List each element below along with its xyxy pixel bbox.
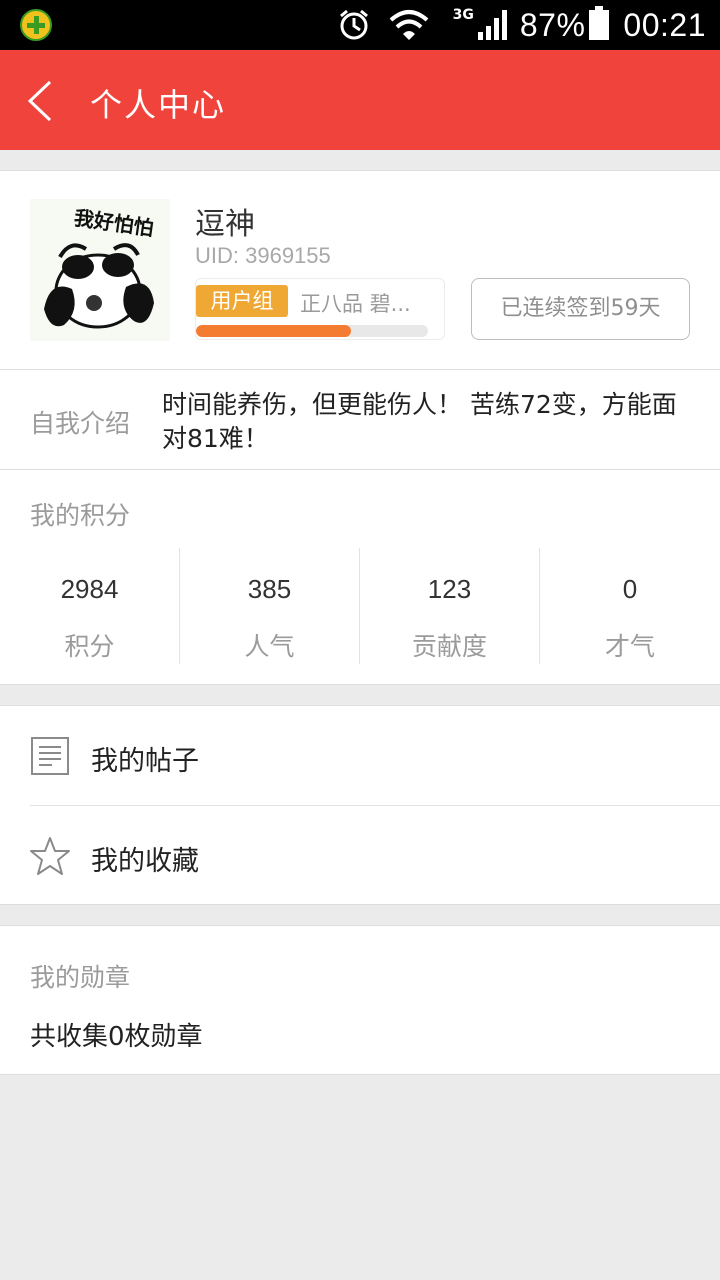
stat-popularity: 385 人气: [180, 548, 360, 664]
signal-icon: [477, 10, 507, 40]
status-bar: 3G 87% 00:21: [0, 0, 720, 50]
battery-percent: 87%: [519, 6, 586, 43]
medals-title: 我的勋章: [30, 963, 131, 992]
level-progress-bar: [196, 325, 428, 337]
stat-value: 123: [427, 574, 472, 604]
user-group-box: 用户组 正八品 碧...: [195, 278, 445, 340]
menu-label: 我的帖子: [91, 746, 199, 777]
alarm-icon: [339, 9, 368, 40]
stat-talent: 0 才气: [540, 548, 720, 664]
app-bar: 个人中心: [0, 50, 720, 150]
self-intro-label: 自我介绍: [30, 409, 131, 438]
points-title: 我的积分: [30, 501, 131, 530]
medals-section: 我的勋章 共收集0枚勋章: [0, 925, 720, 1075]
stat-label: 才气: [604, 632, 655, 661]
user-group-badge: 用户组: [196, 285, 288, 317]
self-intro-row: 自我介绍 时间能养伤，但更能伤人！ 苦练72变，方能面对81难！: [0, 370, 720, 470]
avatar[interactable]: 我好怕怕: [30, 199, 170, 341]
panda-meme-icon: [44, 243, 154, 329]
wifi-icon: [389, 10, 428, 40]
points-section: 我的积分 2984 积分 385 人气 123 贡献度 0 才气: [0, 469, 720, 685]
stat-value: 2984: [60, 574, 119, 604]
user-group-rank: 正八品 碧...: [300, 292, 411, 316]
stat-value: 385: [247, 574, 292, 604]
nickname: 逗神: [195, 207, 255, 242]
stat-label: 积分: [64, 632, 115, 661]
clock: 00:21: [623, 6, 706, 43]
app-icon: [20, 9, 52, 41]
back-arrow-icon[interactable]: [22, 78, 62, 124]
menu-item-my-posts[interactable]: 我的帖子: [0, 706, 720, 806]
level-progress-fill: [196, 325, 352, 337]
menu-item-my-favorites[interactable]: 我的收藏: [0, 806, 720, 906]
points-stats: 2984 积分 385 人气 123 贡献度 0 才气: [0, 548, 720, 664]
network-type: 3G: [452, 7, 474, 23]
battery-icon: [589, 6, 610, 40]
self-intro-text: 时间能养伤，但更能伤人！ 苦练72变，方能面对81难！: [162, 390, 677, 453]
stat-value: 0: [622, 574, 638, 604]
medals-count: 共收集0枚勋章: [30, 1022, 203, 1052]
stat-contribution: 123 贡献度: [360, 548, 540, 664]
checkin-button[interactable]: 已连续签到59天: [471, 278, 690, 340]
menu-label: 我的收藏: [91, 846, 199, 877]
stat-label: 人气: [244, 632, 295, 661]
star-icon: [30, 837, 70, 875]
stat-label: 贡献度: [411, 632, 487, 661]
page-title: 个人中心: [90, 86, 227, 124]
profile-card: 我好怕怕 逗神 UID: 3969155 用户组 正八品 碧... 已连续签到5…: [0, 170, 720, 370]
stat-points: 2984 积分: [0, 548, 180, 664]
document-icon: [31, 737, 69, 775]
menu-list: 我的帖子 我的收藏: [0, 705, 720, 905]
user-id: UID: 3969155: [195, 243, 331, 268]
status-icons: 3G 87% 00:21: [319, 0, 706, 50]
